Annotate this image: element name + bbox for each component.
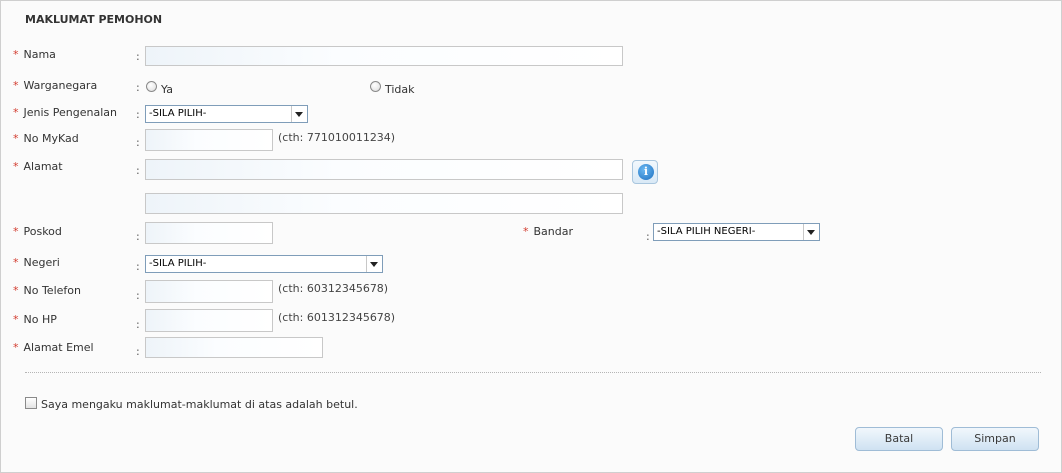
required-mark: * [13, 79, 19, 92]
row-negeri: * Negeri : -SILA PILIH- [1, 255, 1061, 280]
colon: : [646, 230, 650, 243]
no-hp-input[interactable] [145, 309, 273, 332]
colon: : [136, 345, 140, 358]
section-title: MAKLUMAT PEMOHON [25, 13, 163, 26]
no-hp-hint: (cth: 601312345678) [278, 311, 396, 324]
bandar-value: -SILA PILIH NEGERI- [657, 226, 756, 237]
info-button[interactable]: i [632, 160, 658, 184]
label-jenis-pengenalan: Jenis Pengenalan [23, 106, 117, 119]
row-alamat: * Alamat : [1, 159, 1061, 184]
row-jenis-pengenalan: * Jenis Pengenalan : -SILA PILIH- [1, 105, 1061, 130]
radio-ya[interactable] [146, 81, 157, 92]
alamat-input-line2[interactable] [145, 193, 623, 214]
required-mark: * [523, 225, 529, 238]
row-poskod: * Poskod : * Bandar : -SILA PILIH NEGERI- [1, 222, 1061, 249]
radio-ya-label: Ya [161, 83, 173, 96]
label-poskod: Poskod [23, 225, 62, 238]
required-mark: * [13, 160, 19, 173]
nama-input[interactable] [145, 46, 623, 66]
row-alamat-emel: * Alamat Emel : [1, 337, 1061, 365]
bandar-select[interactable]: -SILA PILIH NEGERI- [653, 223, 820, 241]
row-nama: * Nama : [1, 46, 1061, 72]
chevron-down-icon [366, 256, 382, 272]
label-alamat: Alamat [23, 160, 63, 173]
colon: : [136, 318, 140, 331]
negeri-value: -SILA PILIH- [149, 258, 207, 269]
declaration-checkbox[interactable] [25, 397, 37, 409]
label-alamat-emel: Alamat Emel [23, 341, 94, 354]
declaration-label: Saya mengaku maklumat-maklumat di atas a… [41, 398, 358, 411]
colon: : [136, 136, 140, 149]
poskod-input[interactable] [145, 222, 273, 244]
radio-tidak[interactable] [370, 81, 381, 92]
row-warganegara: * Warganegara : Ya Tidak [1, 79, 1061, 103]
required-mark: * [13, 132, 19, 145]
row-no-telefon: * No Telefon : (cth: 60312345678) [1, 280, 1061, 308]
label-nama: Nama [23, 48, 56, 61]
required-mark: * [13, 313, 19, 326]
divider [25, 372, 1041, 373]
jenis-pengenalan-select[interactable]: -SILA PILIH- [145, 105, 308, 123]
colon: : [136, 260, 140, 273]
colon: : [136, 108, 140, 121]
no-mykad-hint: (cth: 771010011234) [278, 131, 396, 144]
colon: : [136, 50, 140, 63]
radio-tidak-label: Tidak [385, 83, 415, 96]
label-negeri: Negeri [23, 256, 60, 269]
alamat-input-line1[interactable] [145, 159, 623, 180]
batal-button[interactable]: Batal [855, 427, 943, 451]
label-warganegara: Warganegara [23, 79, 98, 92]
label-no-hp: No HP [23, 313, 57, 326]
chevron-down-icon [291, 106, 307, 122]
info-icon: i [638, 164, 654, 180]
colon: : [136, 164, 140, 177]
label-no-mykad: No MyKad [23, 132, 79, 145]
label-no-telefon: No Telefon [23, 284, 81, 297]
no-telefon-input[interactable] [145, 280, 273, 303]
row-no-hp: * No HP : (cth: 601312345678) [1, 309, 1061, 337]
form-panel: MAKLUMAT PEMOHON * Nama : * Warganegara : … [0, 0, 1062, 473]
jenis-pengenalan-value: -SILA PILIH- [149, 108, 207, 119]
required-mark: * [13, 284, 19, 297]
required-mark: * [13, 256, 19, 269]
colon: : [136, 230, 140, 243]
required-mark: * [13, 225, 19, 238]
colon: : [136, 81, 140, 94]
label-bandar: Bandar [533, 225, 574, 238]
required-mark: * [13, 106, 19, 119]
no-mykad-input[interactable] [145, 129, 273, 151]
no-telefon-hint: (cth: 60312345678) [278, 282, 389, 295]
required-mark: * [13, 341, 19, 354]
negeri-select[interactable]: -SILA PILIH- [145, 255, 383, 273]
required-mark: * [13, 48, 19, 61]
colon: : [136, 289, 140, 302]
chevron-down-icon [803, 224, 819, 240]
simpan-button[interactable]: Simpan [951, 427, 1039, 451]
alamat-emel-input[interactable] [145, 337, 323, 358]
row-no-mykad: * No MyKad : (cth: 771010011234) [1, 129, 1061, 156]
